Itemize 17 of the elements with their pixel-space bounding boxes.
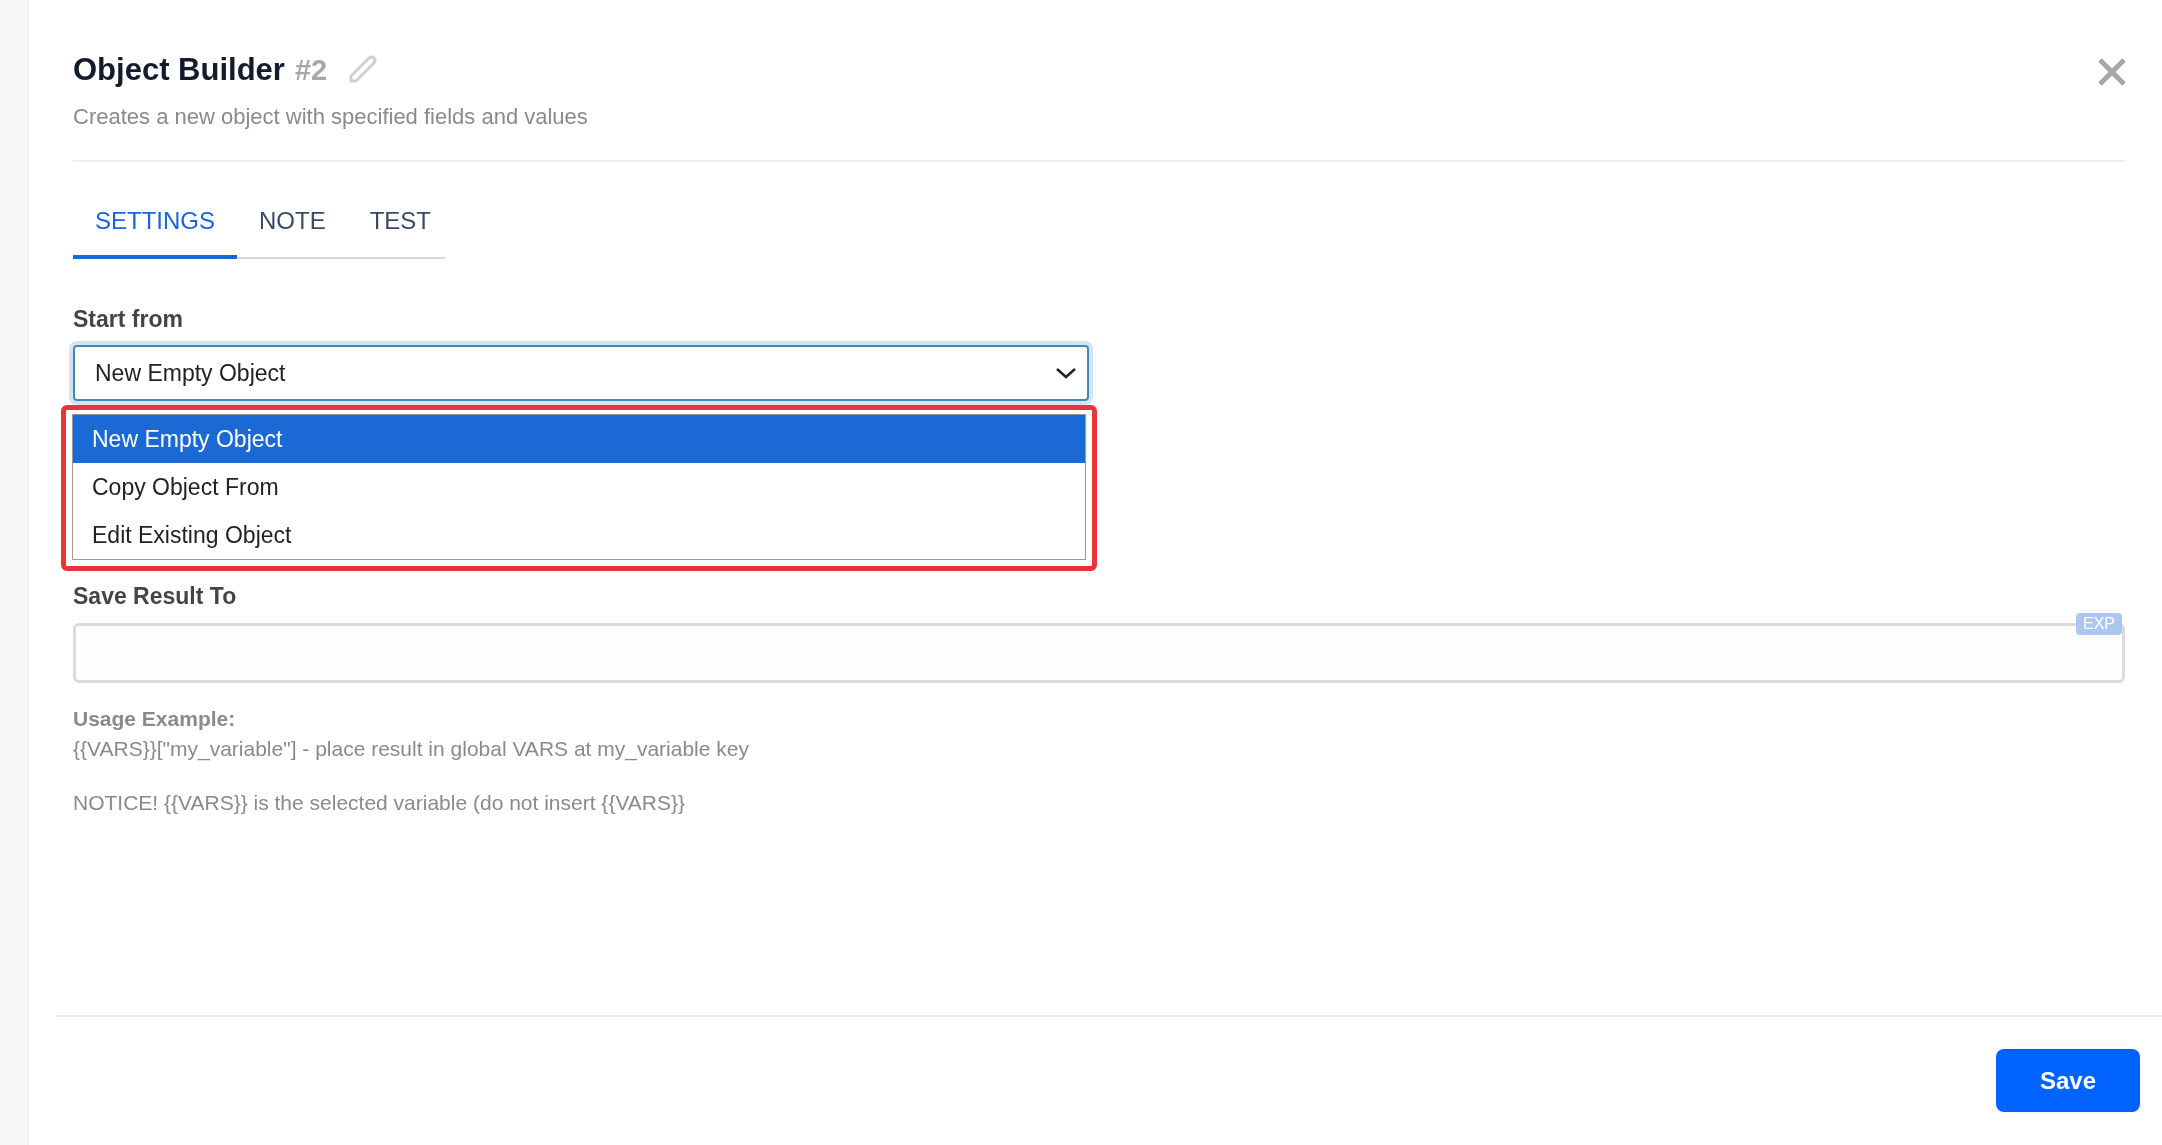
dropdown-option[interactable]: Copy Object From [73,463,1085,511]
close-icon[interactable] [2097,57,2127,87]
tab[interactable]: TEST [347,207,454,259]
save-button[interactable]: Save [1996,1049,2140,1112]
dropdown-option[interactable]: Edit Existing Object [73,511,1085,559]
field-label: Save Result To [73,583,238,610]
node-number: #2 [294,53,328,87]
dialog-subtitle: Creates a new object with specified fields and values [73,104,588,130]
usage-example: {{VARS}}["my_variable"] - place result in global VARS at my_variable key [73,737,750,761]
chevron-icon [1055,366,1077,380]
tab[interactable]: NOTE [237,207,348,259]
dialog-title: Object Builder [73,52,285,88]
dropdown-option[interactable]: New Empty Object [73,415,1085,463]
usage-heading: Usage Example: [73,707,237,731]
field-label: Start from [73,306,184,333]
notice-text: NOTICE! {{VARS}} is the selected variable (do not insert {{VARS}} [73,791,687,815]
tab[interactable]: SETTINGS [73,207,237,259]
